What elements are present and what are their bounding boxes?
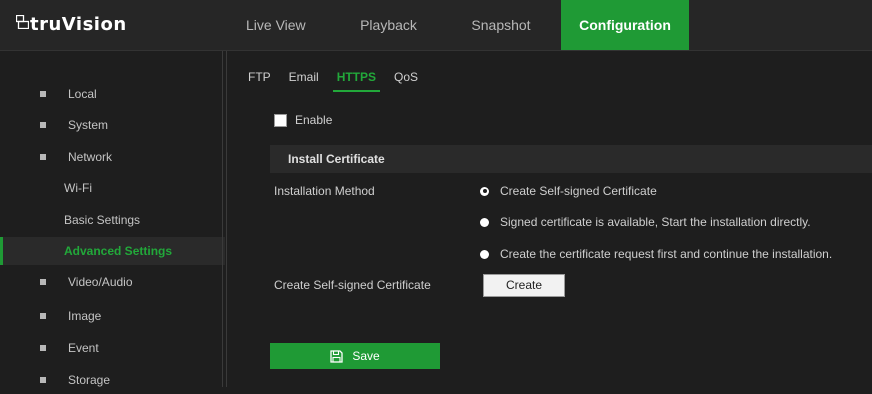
radio-label: Create Self-signed Certificate — [500, 184, 657, 198]
sidebar-item-video-audio[interactable]: Video/Audio — [0, 268, 222, 296]
radio-label: Create the certificate request first and… — [500, 247, 833, 261]
bullet-icon — [40, 279, 46, 285]
nav-playback[interactable]: Playback — [336, 0, 441, 50]
radio-checked-icon — [480, 186, 489, 196]
bullet-icon — [40, 122, 46, 128]
radio-label: Signed certificate is available, Start t… — [500, 215, 811, 229]
sub-tabs: FTP Email HTTPS QoS — [248, 70, 436, 92]
sidebar-item-image[interactable]: Image — [0, 302, 222, 330]
sidebar-item-network[interactable]: Network — [0, 143, 222, 171]
sidebar-item-label: System — [68, 118, 109, 132]
tab-ftp[interactable]: FTP — [248, 70, 271, 92]
save-label: Save — [352, 349, 380, 363]
enable-row: Enable — [274, 113, 332, 127]
top-bar: truVision Live View Playback Snapshot Co… — [0, 0, 872, 51]
logo-mark-icon — [16, 15, 29, 29]
sidebar-item-basic-settings[interactable]: Basic Settings — [0, 206, 222, 234]
section-header-install-certificate: Install Certificate — [270, 145, 872, 173]
brand-name: truVision — [30, 14, 127, 35]
radio-create-self-signed[interactable]: Create Self-signed Certificate — [480, 184, 657, 198]
sidebar-item-label: Video/Audio — [68, 275, 133, 289]
nav-configuration[interactable]: Configuration — [561, 0, 689, 50]
save-button[interactable]: Save — [270, 343, 440, 369]
radio-create-request[interactable]: Create the certificate request first and… — [480, 247, 832, 261]
sidebar-item-label: Storage — [68, 373, 111, 387]
brand-logo: truVision — [16, 14, 127, 35]
nav-snapshot[interactable]: Snapshot — [441, 0, 561, 50]
main-nav: Live View Playback Snapshot Configuratio… — [230, 0, 689, 50]
enable-label: Enable — [295, 113, 333, 127]
radio-unchecked-icon — [480, 249, 489, 259]
installation-method-label: Installation Method — [274, 184, 375, 198]
sidebar: Local System Network Wi-Fi Basic Setting… — [0, 51, 225, 387]
sidebar-item-label: Local — [68, 87, 97, 101]
tab-email[interactable]: Email — [289, 70, 319, 92]
sidebar-item-event[interactable]: Event — [0, 334, 222, 362]
sidebar-item-label: Event — [68, 341, 99, 355]
sidebar-item-label: Advanced Settings — [64, 244, 173, 258]
sidebar-item-label: Image — [68, 309, 102, 323]
sidebar-item-label: Wi-Fi — [64, 181, 92, 195]
radio-unchecked-icon — [480, 217, 489, 227]
save-icon — [330, 349, 343, 363]
create-button[interactable]: Create — [483, 274, 565, 297]
nav-live-view[interactable]: Live View — [230, 0, 336, 50]
sidebar-item-system[interactable]: System — [0, 111, 222, 139]
bullet-icon — [40, 91, 46, 97]
sidebar-item-local[interactable]: Local — [0, 80, 222, 108]
bullet-icon — [40, 377, 46, 383]
sidebar-divider — [222, 51, 227, 387]
sidebar-item-wifi[interactable]: Wi-Fi — [0, 174, 222, 202]
bullet-icon — [40, 313, 46, 319]
enable-checkbox[interactable] — [274, 113, 287, 127]
sidebar-item-advanced-settings[interactable]: Advanced Settings — [0, 237, 225, 265]
bullet-icon — [40, 154, 46, 160]
tab-qos[interactable]: QoS — [394, 70, 418, 92]
sidebar-item-label: Network — [68, 150, 113, 164]
radio-signed-available[interactable]: Signed certificate is available, Start t… — [480, 215, 811, 229]
tab-https[interactable]: HTTPS — [332, 70, 381, 92]
bullet-icon — [40, 345, 46, 351]
create-self-signed-label: Create Self-signed Certificate — [274, 278, 431, 292]
sidebar-item-storage[interactable]: Storage — [0, 366, 222, 394]
sidebar-item-label: Basic Settings — [64, 213, 141, 227]
